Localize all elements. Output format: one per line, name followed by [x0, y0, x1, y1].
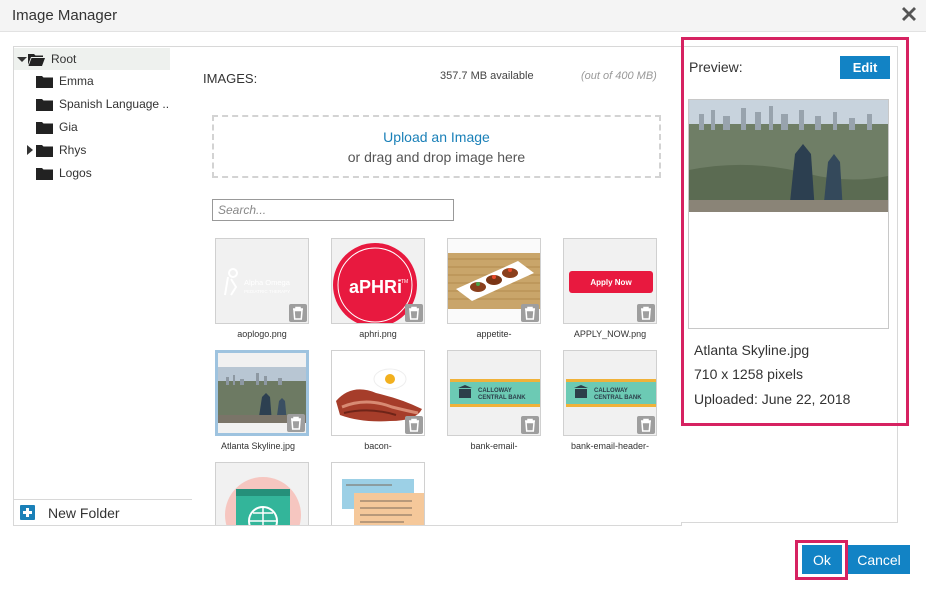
trash-icon[interactable] — [521, 416, 539, 434]
tree-item-logos[interactable]: Logos — [36, 162, 92, 184]
dialog-title: Image Manager — [12, 7, 118, 24]
tree-item-root[interactable]: Root — [14, 48, 170, 70]
tree-item-label: Spanish Language .. — [59, 97, 170, 111]
thumbnail-card-graphic[interactable] — [331, 462, 425, 525]
thumbnail-aoplogo[interactable]: Alpha Omega PEDIATRIC THERAPY — [215, 238, 309, 324]
trash-icon[interactable] — [405, 416, 423, 434]
folder-icon — [36, 75, 53, 88]
bank-name-line1: CALLOWAY — [478, 388, 512, 394]
trash-icon[interactable] — [637, 416, 655, 434]
aphri-trademark: TM — [401, 279, 408, 285]
upload-image-link[interactable]: Upload an Image — [214, 129, 659, 145]
bank-name-line1: CALLOWAY — [594, 388, 628, 394]
thumbnail-label: bacon- — [364, 441, 392, 451]
tree-item-label: Root — [51, 52, 77, 66]
trash-icon[interactable] — [289, 304, 307, 322]
bank-name-line2: CENTRAL BANK — [478, 395, 526, 401]
thumbnail-label: aoplogo.png — [237, 329, 287, 339]
alpha-omega-name: Alpha Omega — [244, 278, 291, 287]
thumbnail-label: APPLY_NOW.png — [573, 329, 647, 339]
thumbnail-label: appetite- — [476, 329, 512, 339]
trash-icon[interactable] — [637, 304, 655, 322]
search-input[interactable] — [212, 199, 454, 221]
tree-item-label: Emma — [59, 74, 94, 88]
tree-item-label: Rhys — [59, 143, 87, 157]
folder-icon — [36, 167, 53, 180]
preview-highlight-box — [681, 37, 909, 426]
thumbnail-label: aphri.png — [359, 329, 397, 339]
folder-icon — [36, 121, 53, 134]
storage-quota: (out of 400 MB) — [581, 70, 657, 82]
thumbnail-globe-graphic[interactable] — [215, 462, 309, 525]
plus-icon — [20, 505, 35, 520]
drag-drop-hint: or drag and drop image here — [347, 149, 526, 165]
thumbnail-label: Atlanta Skyline.jpg — [220, 441, 296, 451]
trash-icon[interactable] — [287, 414, 305, 432]
globe-browser-graphic — [216, 463, 308, 525]
folder-open-icon — [28, 53, 45, 66]
images-panel: IMAGES: 357.7 MB available (out of 400 M… — [192, 46, 682, 526]
trash-icon[interactable] — [521, 304, 539, 322]
thumbnail-bank-email[interactable]: CALLOWAY CENTRAL BANK — [447, 350, 541, 436]
folder-tree-panel: Root Emma Spanish Language .. Gia Rhys L… — [13, 46, 193, 526]
tree-item-emma[interactable]: Emma — [36, 70, 94, 92]
close-icon[interactable] — [898, 3, 920, 25]
folder-icon — [36, 144, 53, 157]
storage-available: 357.7 MB available — [440, 70, 534, 82]
caret-down-icon[interactable] — [16, 53, 28, 65]
folder-icon — [36, 98, 53, 111]
tree-item-gia[interactable]: Gia — [36, 116, 78, 138]
title-bar: Image Manager — [0, 0, 926, 32]
thumbnail-apply-now[interactable]: Apply Now — [563, 238, 657, 324]
business-card-graphic — [332, 463, 424, 525]
images-heading: IMAGES: — [203, 71, 258, 86]
new-folder-button[interactable]: New Folder — [14, 499, 192, 525]
thumbnail-bank-email-header[interactable]: CALLOWAY CENTRAL BANK — [563, 350, 657, 436]
thumbnail-label: bank-email-header- — [570, 441, 650, 451]
caret-right-icon[interactable] — [24, 144, 36, 156]
aphri-logo-text: aPHRi — [349, 277, 402, 297]
upload-dropzone[interactable]: Upload an Image or drag and drop image h… — [212, 115, 661, 178]
apply-now-text: Apply Now — [590, 278, 632, 287]
alpha-omega-tagline: PEDIATRIC THERAPY — [244, 289, 290, 294]
thumbnail-atlanta-skyline[interactable] — [215, 350, 309, 436]
tree-item-rhys[interactable]: Rhys — [24, 139, 86, 161]
cancel-button[interactable]: Cancel — [848, 545, 910, 574]
thumbnail-label: bank-email- — [470, 441, 518, 451]
ok-button[interactable]: Ok — [802, 545, 842, 574]
bank-name-line2: CENTRAL BANK — [594, 395, 642, 401]
tree-item-label: Gia — [59, 120, 78, 134]
tree-item-spanish-language[interactable]: Spanish Language .. — [36, 93, 169, 115]
thumbnail-bacon[interactable] — [331, 350, 425, 436]
trash-icon[interactable] — [405, 304, 423, 322]
new-folder-label: New Folder — [48, 504, 120, 521]
thumbnail-appetite[interactable] — [447, 238, 541, 324]
thumbnail-aphri[interactable]: aPHRi TM — [331, 238, 425, 324]
tree-item-label: Logos — [59, 166, 92, 180]
